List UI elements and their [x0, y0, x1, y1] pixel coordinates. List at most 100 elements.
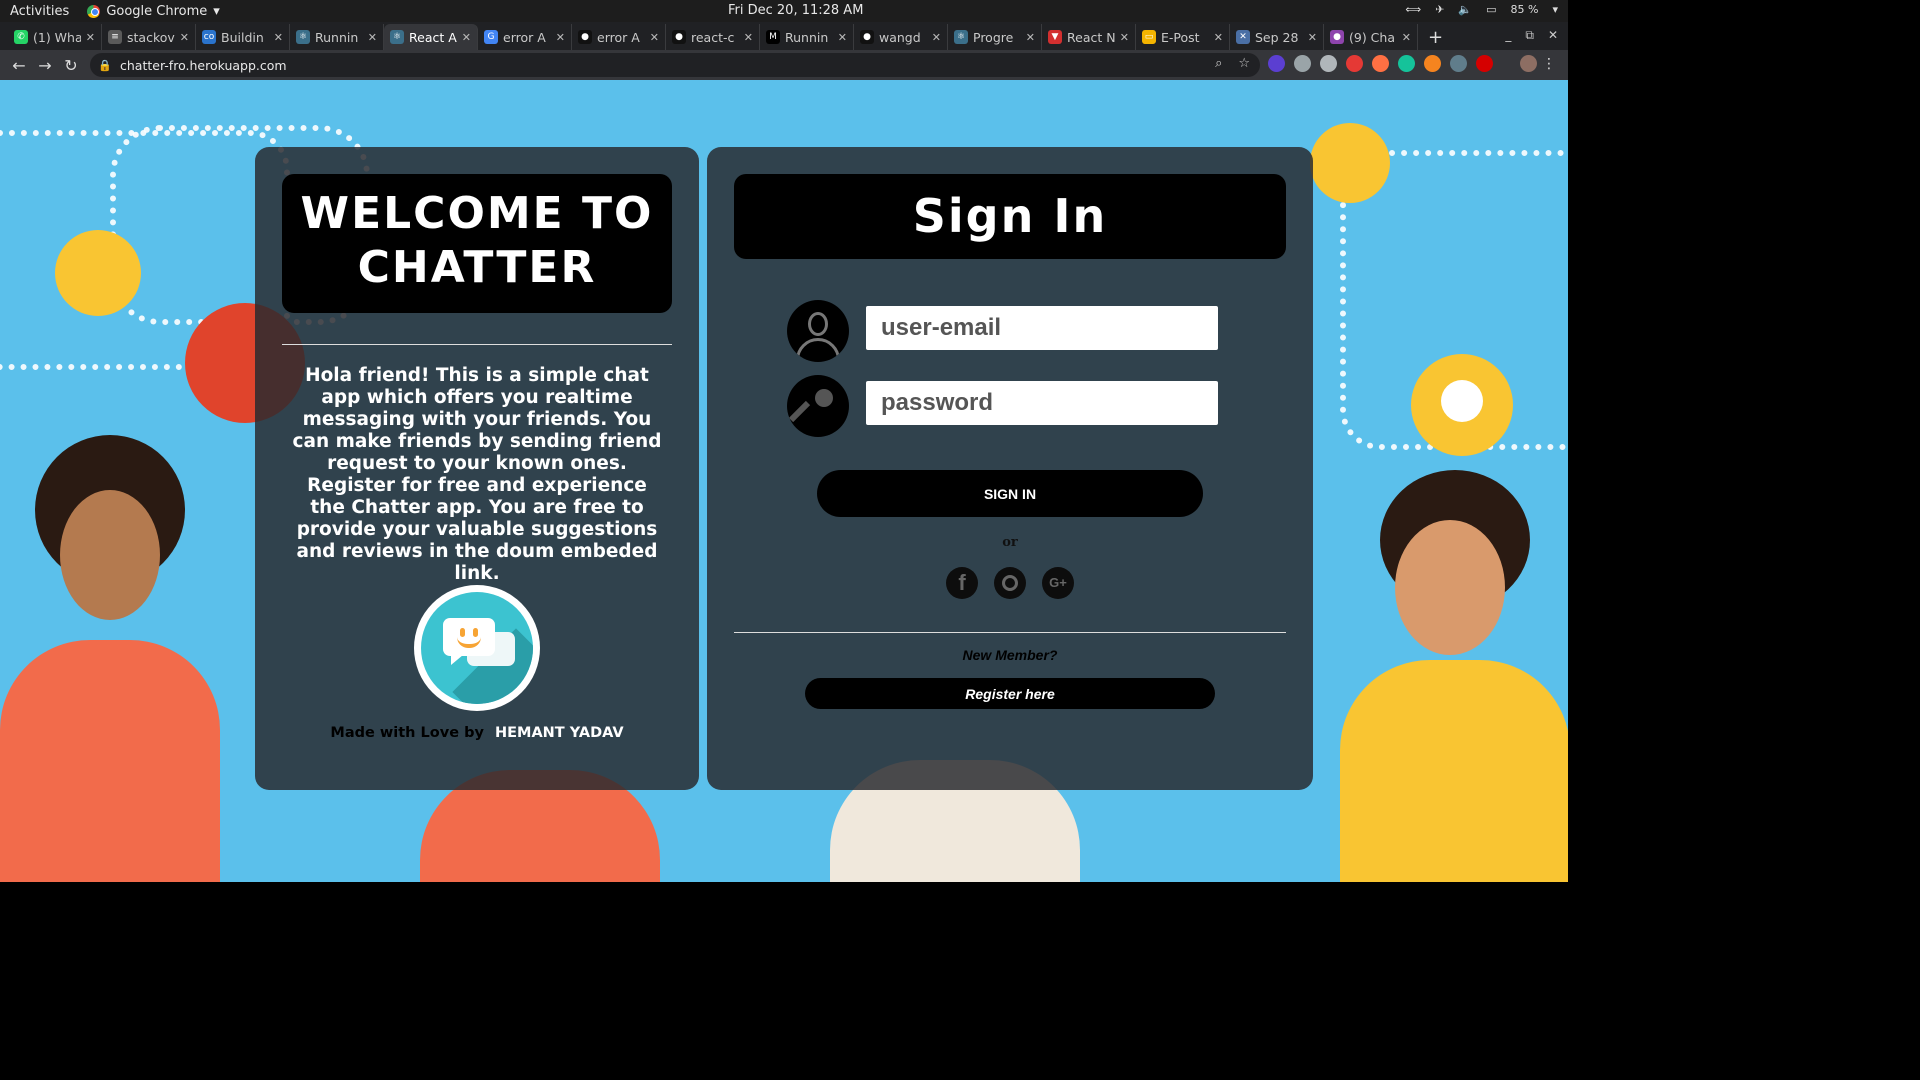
- close-tab-icon[interactable]: ✕: [556, 31, 565, 44]
- profile-avatar[interactable]: [1520, 55, 1537, 72]
- video-bubble: [1310, 123, 1390, 203]
- vercel-icon: ▼: [1048, 30, 1062, 44]
- address-bar[interactable]: 🔒 chatter-fro.herokuapp.com ⌕ ☆: [90, 53, 1260, 77]
- reload-icon[interactable]: ↻: [58, 56, 84, 75]
- browser-tab[interactable]: ▼ React N ✕: [1042, 24, 1136, 50]
- stackoverflow-icon: ≡: [108, 30, 122, 44]
- extension-icon[interactable]: [1372, 55, 1389, 72]
- minimize-icon[interactable]: _: [1505, 28, 1511, 43]
- browser-tab[interactable]: ● react-c ✕: [666, 24, 760, 50]
- battery-level: 85 %: [1510, 3, 1539, 16]
- tab-title: Progre: [973, 29, 1014, 45]
- restore-icon[interactable]: ⧉: [1525, 28, 1534, 43]
- extension-icon[interactable]: [1476, 55, 1493, 72]
- browser-tab[interactable]: ● wangd ✕: [854, 24, 948, 50]
- close-window-icon[interactable]: ✕: [1548, 28, 1558, 43]
- decor-person: [1395, 520, 1505, 655]
- register-button[interactable]: Register here: [805, 678, 1215, 709]
- extension-icon[interactable]: [1268, 55, 1285, 72]
- extension-icon[interactable]: [1450, 55, 1467, 72]
- welcome-description: Hola friend! This is a simple chat app w…: [292, 365, 662, 584]
- grammarly-icon[interactable]: [1398, 55, 1415, 72]
- battery-icon: ▭: [1486, 3, 1497, 16]
- browser-tab[interactable]: ⚛ Runnin ✕: [290, 24, 384, 50]
- facebook-icon[interactable]: f: [946, 567, 978, 599]
- close-tab-icon[interactable]: ✕: [744, 31, 753, 44]
- lock-icon[interactable]: 🔒: [98, 59, 112, 72]
- close-tab-icon[interactable]: ✕: [274, 31, 283, 44]
- tab-title: stackov: [127, 29, 175, 45]
- metamask-icon[interactable]: [1424, 55, 1441, 72]
- new-tab-button[interactable]: +: [1418, 24, 1453, 50]
- or-separator: or: [1002, 535, 1018, 550]
- chatter-logo: [414, 585, 540, 711]
- slides-icon: ▭: [1142, 30, 1156, 44]
- browser-tab[interactable]: M Runnin ✕: [760, 24, 854, 50]
- tab-title: error A: [503, 29, 546, 45]
- tab-title: react-c: [691, 29, 735, 45]
- author-name: HEMANT YADAV: [494, 725, 624, 741]
- bookmark-star-icon[interactable]: ☆: [1238, 56, 1250, 71]
- tab-title: Runnin: [785, 29, 829, 45]
- extension-icon[interactable]: [1346, 55, 1363, 72]
- close-tab-icon[interactable]: ✕: [838, 31, 847, 44]
- close-tab-icon[interactable]: ✕: [86, 31, 95, 44]
- close-tab-icon[interactable]: ✕: [1120, 31, 1129, 44]
- close-tab-icon[interactable]: ✕: [462, 31, 471, 44]
- tab-title: error A: [597, 29, 640, 45]
- browser-tab[interactable]: ⚛ Progre ✕: [948, 24, 1042, 50]
- medium-icon: M: [766, 30, 780, 44]
- browser-tab[interactable]: ● (9) Cha ✕: [1324, 24, 1418, 50]
- browser-tab[interactable]: ● error A ✕: [572, 24, 666, 50]
- close-tab-icon[interactable]: ✕: [932, 31, 941, 44]
- zoom-icon[interactable]: ⌕: [1215, 56, 1222, 71]
- whatsapp-icon: ✆: [14, 30, 28, 44]
- system-tray[interactable]: ⟺ ✈ 🔈 ▭ 85 % ▾: [1405, 3, 1558, 16]
- close-tab-icon[interactable]: ✕: [180, 31, 189, 44]
- email-input[interactable]: [866, 306, 1218, 350]
- browser-toolbar: ← → ↻ 🔒 chatter-fro.herokuapp.com ⌕ ☆ ⋮: [0, 50, 1568, 80]
- network-icon: ⟺: [1405, 3, 1422, 16]
- decor-person: [1340, 660, 1568, 882]
- key-icon: [787, 375, 849, 437]
- back-icon[interactable]: ←: [6, 56, 32, 75]
- url-text[interactable]: chatter-fro.herokuapp.com: [120, 58, 287, 73]
- github-icon: ●: [860, 30, 874, 44]
- extension-icons: [1268, 55, 1537, 72]
- chrome-menu-icon[interactable]: ⋮: [1542, 56, 1556, 72]
- instagram-icon[interactable]: [994, 567, 1026, 599]
- password-input[interactable]: [866, 381, 1218, 425]
- browser-tab[interactable]: co Buildin ✕: [196, 24, 290, 50]
- forward-icon[interactable]: →: [32, 56, 58, 75]
- system-clock[interactable]: Fri Dec 20, 11:28 AM: [728, 3, 863, 18]
- google-plus-icon[interactable]: G+: [1042, 567, 1074, 599]
- extension-icon[interactable]: [1320, 55, 1337, 72]
- google-icon: G: [484, 30, 498, 44]
- close-tab-icon[interactable]: ✕: [1308, 31, 1317, 44]
- react-icon: ⚛: [390, 30, 404, 44]
- browser-tab[interactable]: ✆ (1) Wha ✕: [8, 24, 102, 50]
- close-tab-icon[interactable]: ✕: [1402, 31, 1411, 44]
- browser-tab[interactable]: ▭ E-Post ✕: [1136, 24, 1230, 50]
- browser-tab[interactable]: ⚛ React A ✕: [384, 24, 478, 50]
- close-tab-icon[interactable]: ✕: [1214, 31, 1223, 44]
- tab-title: wangd: [879, 29, 921, 45]
- browser-tab[interactable]: Gerror A ✕: [478, 24, 572, 50]
- welcome-title: WELCOME TO CHATTER: [282, 174, 672, 313]
- tab-strip: ✆ (1) Wha ✕ ≡ stackov ✕ co Buildin ✕ ⚛ Runnin ✕ ⚛ Rea…: [0, 22, 1568, 50]
- close-tab-icon[interactable]: ✕: [650, 31, 659, 44]
- signin-button[interactable]: SIGN IN: [817, 470, 1203, 517]
- chat-icon: ●: [1330, 30, 1344, 44]
- app-menu[interactable]: Google Chrome ▾: [87, 4, 220, 19]
- coursera-icon: co: [202, 30, 216, 44]
- extension-icon[interactable]: [1294, 55, 1311, 72]
- close-tab-icon[interactable]: ✕: [368, 31, 377, 44]
- activities-button[interactable]: Activities: [0, 4, 79, 19]
- user-icon: [787, 300, 849, 362]
- twitter-bubble: [55, 230, 141, 316]
- browser-tab[interactable]: ≡ stackov ✕: [102, 24, 196, 50]
- react-icon: ⚛: [296, 30, 310, 44]
- new-member-label: New Member?: [962, 647, 1058, 663]
- browser-tab[interactable]: ✕ Sep 28 ✕: [1230, 24, 1324, 50]
- close-tab-icon[interactable]: ✕: [1026, 31, 1035, 44]
